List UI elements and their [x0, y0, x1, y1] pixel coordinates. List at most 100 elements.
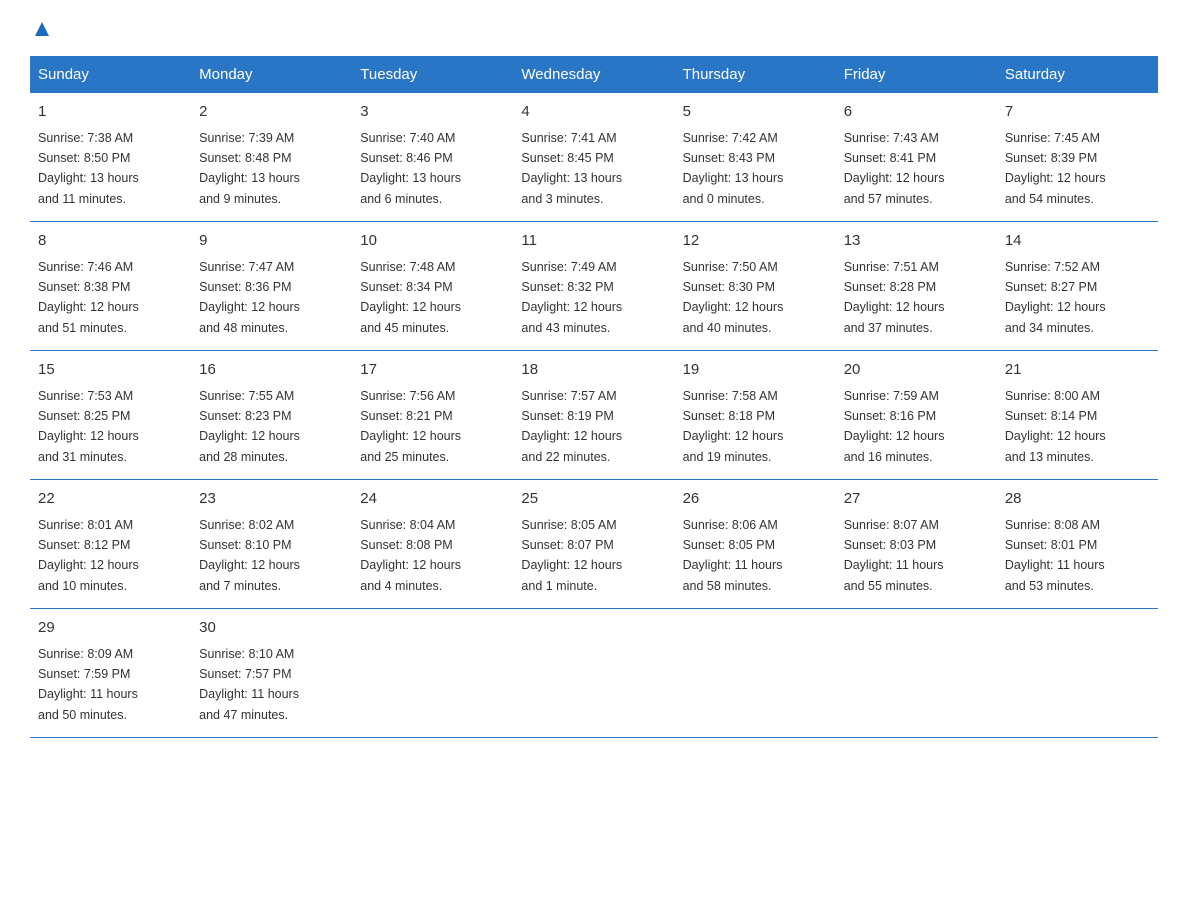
day-info: Sunrise: 7:58 AMSunset: 8:18 PMDaylight:…: [683, 389, 784, 464]
calendar-cell: 25 Sunrise: 8:05 AMSunset: 8:07 PMDaylig…: [513, 480, 674, 609]
calendar-cell: 13 Sunrise: 7:51 AMSunset: 8:28 PMDaylig…: [836, 222, 997, 351]
logo-triangle-icon: [31, 18, 53, 40]
day-number: 14: [1005, 230, 1150, 253]
page-header: [30, 20, 1158, 36]
day-number: 17: [360, 359, 505, 382]
calendar-cell: 28 Sunrise: 8:08 AMSunset: 8:01 PMDaylig…: [997, 480, 1158, 609]
day-info: Sunrise: 7:55 AMSunset: 8:23 PMDaylight:…: [199, 389, 300, 464]
calendar-cell: [352, 609, 513, 738]
calendar-cell: 16 Sunrise: 7:55 AMSunset: 8:23 PMDaylig…: [191, 351, 352, 480]
calendar-cell: 17 Sunrise: 7:56 AMSunset: 8:21 PMDaylig…: [352, 351, 513, 480]
day-number: 20: [844, 359, 989, 382]
day-number: 4: [521, 101, 666, 124]
day-number: 27: [844, 488, 989, 511]
day-number: 1: [38, 101, 183, 124]
day-number: 15: [38, 359, 183, 382]
day-info: Sunrise: 8:10 AMSunset: 7:57 PMDaylight:…: [199, 647, 299, 722]
calendar-cell: 12 Sunrise: 7:50 AMSunset: 8:30 PMDaylig…: [675, 222, 836, 351]
day-info: Sunrise: 8:07 AMSunset: 8:03 PMDaylight:…: [844, 518, 944, 593]
calendar-cell: 19 Sunrise: 7:58 AMSunset: 8:18 PMDaylig…: [675, 351, 836, 480]
day-info: Sunrise: 7:45 AMSunset: 8:39 PMDaylight:…: [1005, 131, 1106, 206]
day-number: 12: [683, 230, 828, 253]
weekday-header-friday: Friday: [836, 56, 997, 93]
day-info: Sunrise: 7:52 AMSunset: 8:27 PMDaylight:…: [1005, 260, 1106, 335]
calendar-cell: 24 Sunrise: 8:04 AMSunset: 8:08 PMDaylig…: [352, 480, 513, 609]
calendar-cell: 26 Sunrise: 8:06 AMSunset: 8:05 PMDaylig…: [675, 480, 836, 609]
calendar-cell: 18 Sunrise: 7:57 AMSunset: 8:19 PMDaylig…: [513, 351, 674, 480]
calendar-week-row: 8 Sunrise: 7:46 AMSunset: 8:38 PMDayligh…: [30, 222, 1158, 351]
day-info: Sunrise: 8:05 AMSunset: 8:07 PMDaylight:…: [521, 518, 622, 593]
day-info: Sunrise: 8:04 AMSunset: 8:08 PMDaylight:…: [360, 518, 461, 593]
day-number: 3: [360, 101, 505, 124]
day-number: 29: [38, 617, 183, 640]
calendar-cell: 21 Sunrise: 8:00 AMSunset: 8:14 PMDaylig…: [997, 351, 1158, 480]
day-info: Sunrise: 7:40 AMSunset: 8:46 PMDaylight:…: [360, 131, 461, 206]
day-info: Sunrise: 8:01 AMSunset: 8:12 PMDaylight:…: [38, 518, 139, 593]
weekday-header-sunday: Sunday: [30, 56, 191, 93]
day-number: 25: [521, 488, 666, 511]
weekday-header-tuesday: Tuesday: [352, 56, 513, 93]
day-info: Sunrise: 7:50 AMSunset: 8:30 PMDaylight:…: [683, 260, 784, 335]
day-number: 19: [683, 359, 828, 382]
calendar-cell: 29 Sunrise: 8:09 AMSunset: 7:59 PMDaylig…: [30, 609, 191, 738]
calendar-cell: 14 Sunrise: 7:52 AMSunset: 8:27 PMDaylig…: [997, 222, 1158, 351]
calendar-cell: 2 Sunrise: 7:39 AMSunset: 8:48 PMDayligh…: [191, 93, 352, 222]
day-info: Sunrise: 7:57 AMSunset: 8:19 PMDaylight:…: [521, 389, 622, 464]
day-info: Sunrise: 7:46 AMSunset: 8:38 PMDaylight:…: [38, 260, 139, 335]
day-number: 10: [360, 230, 505, 253]
day-number: 8: [38, 230, 183, 253]
day-number: 23: [199, 488, 344, 511]
calendar-week-row: 29 Sunrise: 8:09 AMSunset: 7:59 PMDaylig…: [30, 609, 1158, 738]
calendar-cell: 11 Sunrise: 7:49 AMSunset: 8:32 PMDaylig…: [513, 222, 674, 351]
day-info: Sunrise: 7:42 AMSunset: 8:43 PMDaylight:…: [683, 131, 784, 206]
calendar-cell: 3 Sunrise: 7:40 AMSunset: 8:46 PMDayligh…: [352, 93, 513, 222]
calendar-cell: 27 Sunrise: 8:07 AMSunset: 8:03 PMDaylig…: [836, 480, 997, 609]
calendar-cell: 23 Sunrise: 8:02 AMSunset: 8:10 PMDaylig…: [191, 480, 352, 609]
day-info: Sunrise: 7:47 AMSunset: 8:36 PMDaylight:…: [199, 260, 300, 335]
calendar-cell: 6 Sunrise: 7:43 AMSunset: 8:41 PMDayligh…: [836, 93, 997, 222]
calendar-cell: [675, 609, 836, 738]
day-info: Sunrise: 8:00 AMSunset: 8:14 PMDaylight:…: [1005, 389, 1106, 464]
calendar-week-row: 1 Sunrise: 7:38 AMSunset: 8:50 PMDayligh…: [30, 93, 1158, 222]
day-info: Sunrise: 7:56 AMSunset: 8:21 PMDaylight:…: [360, 389, 461, 464]
day-number: 22: [38, 488, 183, 511]
calendar-week-row: 15 Sunrise: 7:53 AMSunset: 8:25 PMDaylig…: [30, 351, 1158, 480]
weekday-header-thursday: Thursday: [675, 56, 836, 93]
day-info: Sunrise: 8:06 AMSunset: 8:05 PMDaylight:…: [683, 518, 783, 593]
logo: [30, 20, 53, 36]
day-number: 11: [521, 230, 666, 253]
calendar-cell: 10 Sunrise: 7:48 AMSunset: 8:34 PMDaylig…: [352, 222, 513, 351]
calendar-cell: 15 Sunrise: 7:53 AMSunset: 8:25 PMDaylig…: [30, 351, 191, 480]
weekday-header-saturday: Saturday: [997, 56, 1158, 93]
day-info: Sunrise: 7:53 AMSunset: 8:25 PMDaylight:…: [38, 389, 139, 464]
day-number: 5: [683, 101, 828, 124]
day-number: 21: [1005, 359, 1150, 382]
calendar-cell: 1 Sunrise: 7:38 AMSunset: 8:50 PMDayligh…: [30, 93, 191, 222]
day-number: 28: [1005, 488, 1150, 511]
day-number: 26: [683, 488, 828, 511]
calendar-table: SundayMondayTuesdayWednesdayThursdayFrid…: [30, 56, 1158, 738]
day-number: 18: [521, 359, 666, 382]
day-info: Sunrise: 7:48 AMSunset: 8:34 PMDaylight:…: [360, 260, 461, 335]
calendar-cell: 20 Sunrise: 7:59 AMSunset: 8:16 PMDaylig…: [836, 351, 997, 480]
day-info: Sunrise: 7:43 AMSunset: 8:41 PMDaylight:…: [844, 131, 945, 206]
day-info: Sunrise: 7:59 AMSunset: 8:16 PMDaylight:…: [844, 389, 945, 464]
day-info: Sunrise: 8:09 AMSunset: 7:59 PMDaylight:…: [38, 647, 138, 722]
calendar-cell: 9 Sunrise: 7:47 AMSunset: 8:36 PMDayligh…: [191, 222, 352, 351]
day-number: 24: [360, 488, 505, 511]
calendar-week-row: 22 Sunrise: 8:01 AMSunset: 8:12 PMDaylig…: [30, 480, 1158, 609]
day-number: 16: [199, 359, 344, 382]
day-number: 7: [1005, 101, 1150, 124]
calendar-cell: 22 Sunrise: 8:01 AMSunset: 8:12 PMDaylig…: [30, 480, 191, 609]
day-info: Sunrise: 8:08 AMSunset: 8:01 PMDaylight:…: [1005, 518, 1105, 593]
day-info: Sunrise: 7:38 AMSunset: 8:50 PMDaylight:…: [38, 131, 139, 206]
day-number: 2: [199, 101, 344, 124]
day-info: Sunrise: 7:39 AMSunset: 8:48 PMDaylight:…: [199, 131, 300, 206]
day-number: 30: [199, 617, 344, 640]
weekday-header-wednesday: Wednesday: [513, 56, 674, 93]
calendar-cell: [997, 609, 1158, 738]
day-info: Sunrise: 8:02 AMSunset: 8:10 PMDaylight:…: [199, 518, 300, 593]
day-number: 6: [844, 101, 989, 124]
day-info: Sunrise: 7:51 AMSunset: 8:28 PMDaylight:…: [844, 260, 945, 335]
day-info: Sunrise: 7:49 AMSunset: 8:32 PMDaylight:…: [521, 260, 622, 335]
